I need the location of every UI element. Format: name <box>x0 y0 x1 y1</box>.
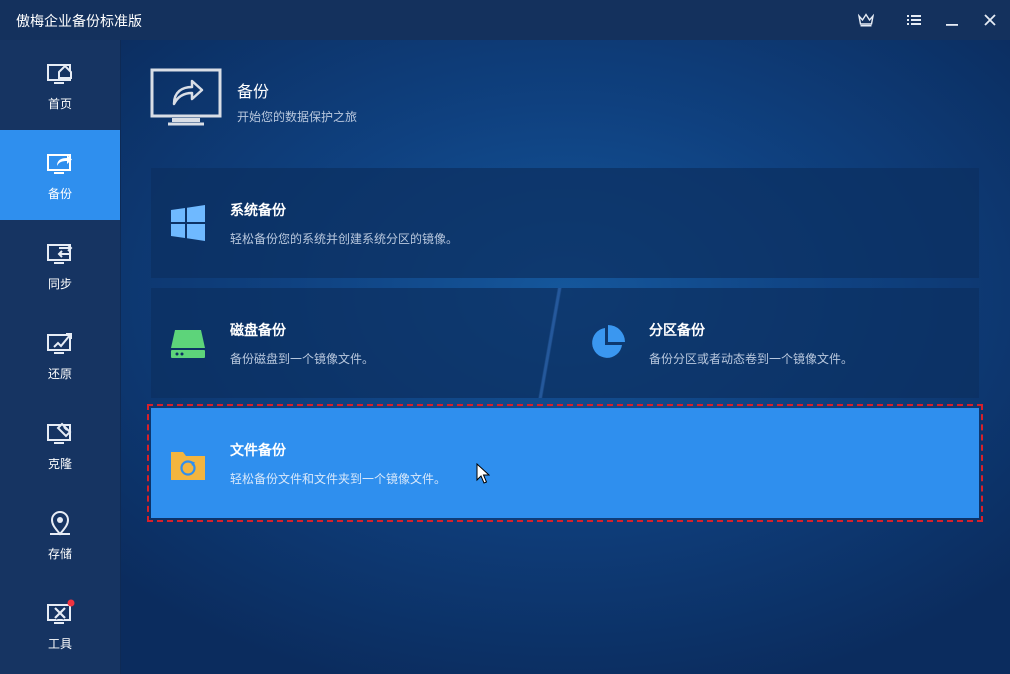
sync-monitor-icon <box>47 243 73 264</box>
folder-backup-icon <box>171 452 205 480</box>
notification-dot <box>67 599 75 606</box>
upgrade-crown-icon[interactable] <box>854 8 878 32</box>
file-backup-card[interactable]: 文件备份 轻松备份文件和文件夹到一个镜像文件。 <box>147 404 983 522</box>
restore-monitor-icon <box>47 332 72 354</box>
sidebar-item-restore[interactable]: 还原 <box>0 310 120 400</box>
title-bar: 傲梅企业备份标准版 <box>0 0 1010 40</box>
sidebar-item-label: 克隆 <box>47 456 72 471</box>
sidebar: 首页 备份 同步 还原 克隆 存储 工具 <box>0 40 120 674</box>
sidebar-item-clone[interactable]: 克隆 <box>0 400 120 490</box>
disk-backup-card[interactable]: 磁盘备份 备份磁盘到一个镜像文件。 <box>151 288 551 398</box>
sidebar-item-label: 存储 <box>47 546 72 561</box>
clone-monitor-icon <box>47 422 72 444</box>
partition-backup-title: 分区备份 <box>649 323 705 339</box>
minimize-icon[interactable] <box>940 8 964 32</box>
disk-backup-desc: 备份磁盘到一个镜像文件。 <box>230 352 375 366</box>
sidebar-item-tools[interactable]: 工具 <box>0 580 120 670</box>
partition-backup-desc: 备份分区或者动态卷到一个镜像文件。 <box>649 352 854 366</box>
sidebar-item-storage[interactable]: 存储 <box>0 490 120 580</box>
page-subtitle: 开始您的数据保护之旅 <box>237 110 358 124</box>
system-backup-card[interactable]: 系统备份 轻松备份您的系统并创建系统分区的镜像。 <box>151 168 979 278</box>
main-content: 备份 开始您的数据保护之旅 系统备份 轻松备份您的系统并创建系统分区的镜像。 磁… <box>121 40 1010 674</box>
sidebar-item-sync[interactable]: 同步 <box>0 220 120 310</box>
windows-icon <box>171 205 205 241</box>
sidebar-item-label: 还原 <box>47 366 72 381</box>
sidebar-item-backup[interactable]: 备份 <box>0 130 120 220</box>
system-backup-title: 系统备份 <box>230 203 286 219</box>
mouse-cursor-icon <box>476 463 490 484</box>
sidebar-item-label: 同步 <box>47 276 72 291</box>
sidebar-item-label: 备份 <box>47 186 72 201</box>
system-backup-desc: 轻松备份您的系统并创建系统分区的镜像。 <box>230 232 459 246</box>
file-backup-desc: 轻松备份文件和文件夹到一个镜像文件。 <box>230 472 447 486</box>
disk-drive-icon <box>171 330 205 358</box>
backup-header-icon <box>150 68 222 126</box>
sidebar-item-label: 工具 <box>47 636 72 651</box>
home-monitor-icon <box>47 63 72 84</box>
pie-partition-icon <box>592 325 625 358</box>
storage-location-icon <box>50 510 70 536</box>
menu-icon[interactable] <box>902 8 926 32</box>
disk-backup-title: 磁盘备份 <box>230 323 286 339</box>
partition-backup-card[interactable]: 分区备份 备份分区或者动态卷到一个镜像文件。 <box>571 288 979 398</box>
sidebar-item-home[interactable]: 首页 <box>0 40 120 130</box>
file-backup-title: 文件备份 <box>230 443 286 459</box>
tools-icon <box>47 599 75 624</box>
close-icon[interactable] <box>978 8 1002 32</box>
backup-monitor-icon <box>47 153 72 174</box>
app-title: 傲梅企业备份标准版 <box>16 14 142 30</box>
page-title: 备份 <box>237 82 270 101</box>
sidebar-item-label: 首页 <box>47 96 72 111</box>
disk-partition-row: 磁盘备份 备份磁盘到一个镜像文件。 分区备份 备份分区或者动态卷到一个镜像文件。 <box>151 288 979 398</box>
